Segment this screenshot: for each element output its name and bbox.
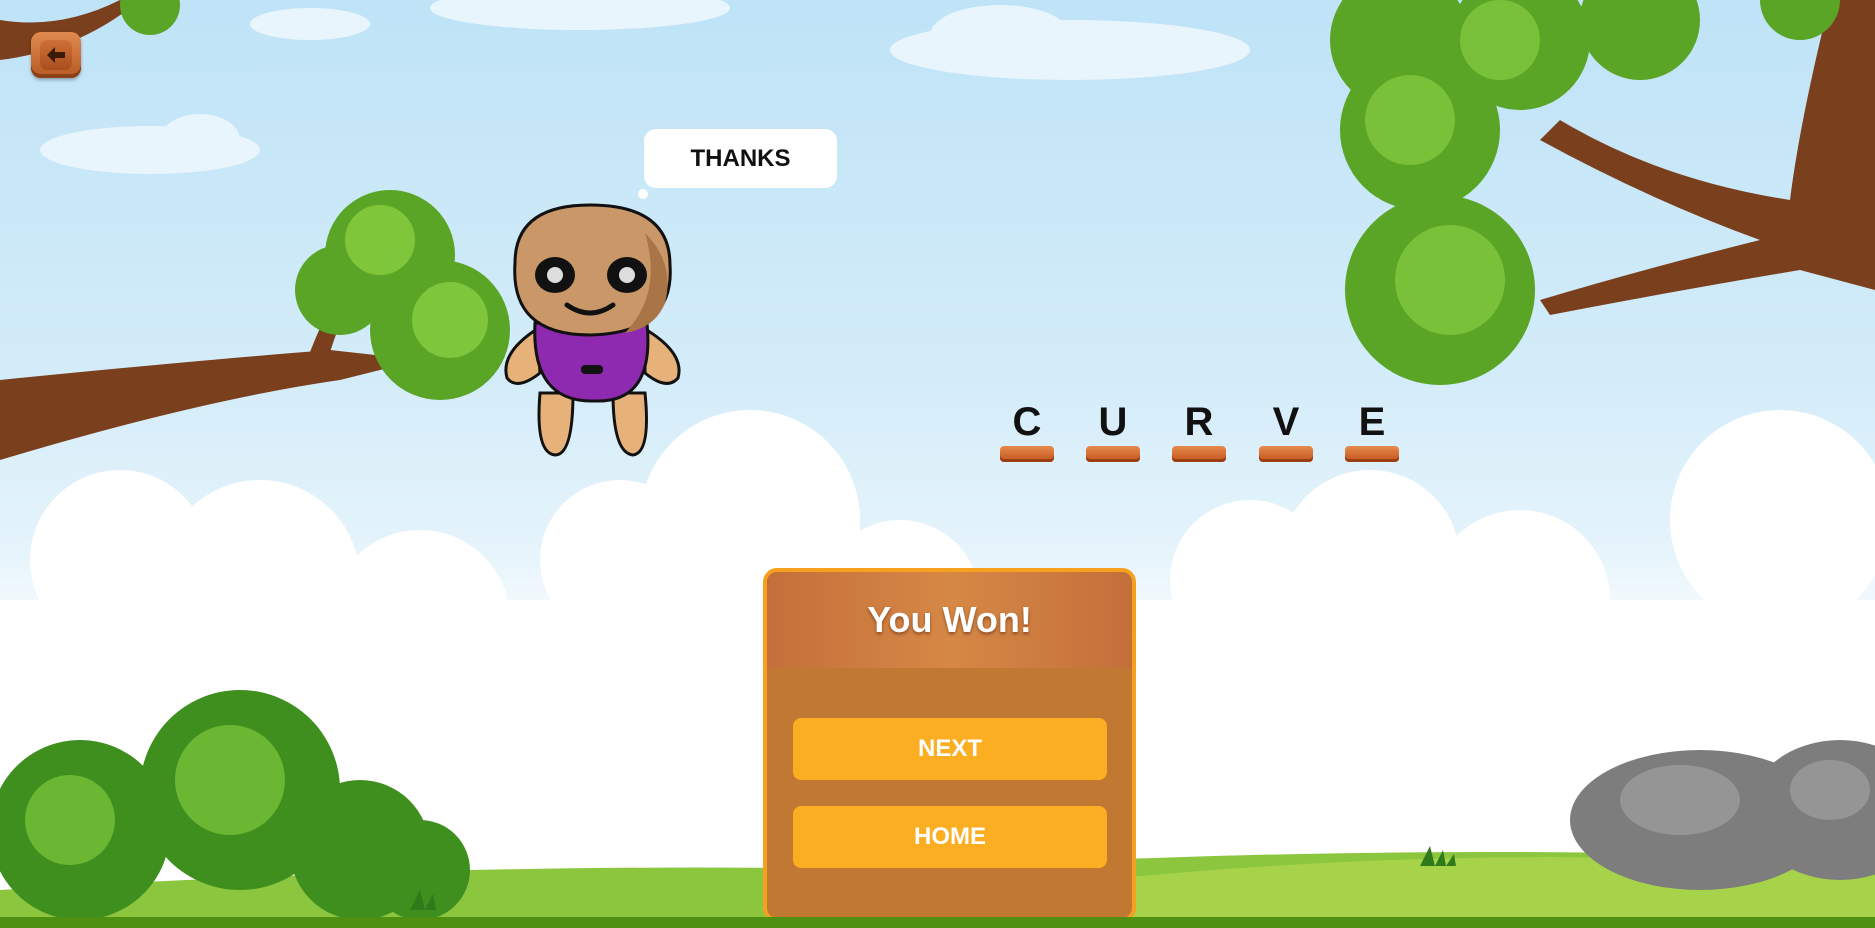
letter-plank — [1259, 446, 1313, 462]
letter-slot: U — [1086, 398, 1140, 462]
letter: E — [1358, 400, 1386, 444]
ground-strip — [0, 917, 1875, 928]
letter-slot: V — [1259, 398, 1313, 462]
letter-plank — [1000, 446, 1054, 462]
win-panel-header: You Won! — [767, 572, 1132, 668]
letter-plank — [1086, 446, 1140, 462]
letter: C — [1012, 400, 1042, 444]
letter-slot: R — [1172, 398, 1226, 462]
character — [504, 203, 681, 457]
next-button[interactable]: NEXT — [793, 718, 1107, 780]
back-button[interactable] — [31, 32, 81, 78]
letter-slot: E — [1345, 398, 1399, 462]
letter: R — [1184, 400, 1214, 444]
letter: U — [1098, 400, 1128, 444]
letter-plank — [1345, 446, 1399, 462]
win-panel: You Won! NEXT HOME — [763, 568, 1136, 922]
letter-plank — [1172, 446, 1226, 462]
home-button[interactable]: HOME — [793, 806, 1107, 868]
speech-bubble-tail — [638, 189, 648, 199]
letter: V — [1272, 400, 1300, 444]
speech-bubble: THANKS — [644, 129, 837, 188]
arrow-left-icon — [40, 40, 72, 70]
game-stage: THANKS C U R V E You Won! NEXT HOME — [0, 0, 1875, 928]
letter-slot: C — [1000, 398, 1054, 462]
win-title: You Won! — [867, 599, 1032, 640]
